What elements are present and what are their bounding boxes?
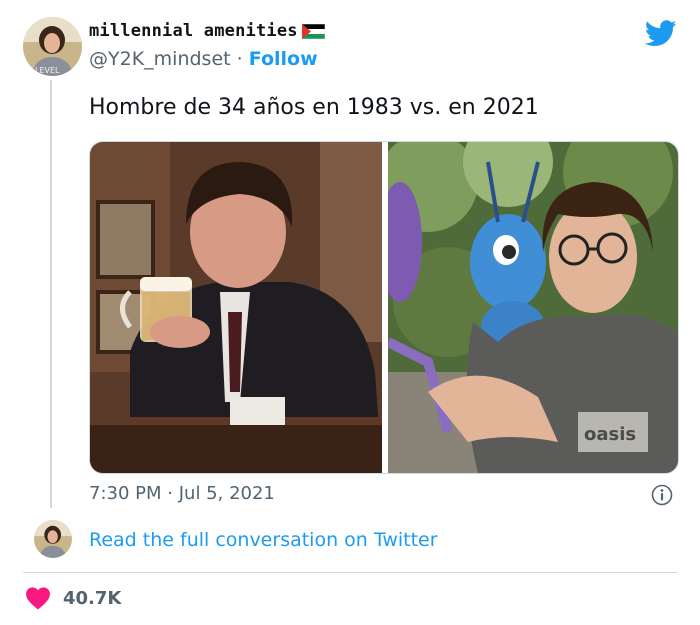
tweet-media[interactable]: oasis <box>89 141 679 474</box>
photo-man-with-beer <box>90 142 382 473</box>
author-name-row[interactable]: millennial amenities <box>89 21 325 41</box>
palestine-flag-icon <box>301 23 325 39</box>
author-handle-row: @Y2K_mindset · Follow <box>89 48 318 70</box>
tweet-timestamp[interactable]: 7:30 PM · Jul 5, 2021 <box>89 483 275 504</box>
media-photo-1983[interactable] <box>90 142 382 473</box>
media-photo-2021[interactable]: oasis <box>388 142 678 473</box>
reply-avatar[interactable] <box>34 520 72 558</box>
photo-man-with-ant-statue: oasis <box>388 142 678 473</box>
follow-button[interactable]: Follow <box>249 48 318 70</box>
author-handle[interactable]: @Y2K_mindset <box>89 48 231 70</box>
twitter-bird-icon[interactable] <box>645 20 677 47</box>
info-icon[interactable] <box>651 484 673 506</box>
reply-avatar-photo <box>34 520 72 558</box>
tweet-text: Hombre de 34 años en 1983 vs. en 2021 <box>89 95 539 120</box>
divider <box>23 572 677 573</box>
shirt-logo-text: oasis <box>584 424 636 445</box>
tweet-embed-card: LEVEL millennial amenities @Y2K_mindset … <box>0 0 700 625</box>
timestamp-separator: · <box>167 483 173 504</box>
heart-icon[interactable] <box>25 586 51 610</box>
handle-separator: · <box>236 48 243 70</box>
tweet-date[interactable]: Jul 5, 2021 <box>179 483 275 504</box>
avatar[interactable]: LEVEL <box>23 17 82 76</box>
read-full-conversation-link[interactable]: Read the full conversation on Twitter <box>89 529 438 551</box>
avatar-photo: LEVEL <box>23 17 82 76</box>
like-row[interactable]: 40.7K <box>25 586 121 610</box>
author-display-name[interactable]: millennial amenities <box>89 21 298 41</box>
thread-line <box>50 80 52 508</box>
tweet-time[interactable]: 7:30 PM <box>89 483 162 504</box>
avatar-shirt-text: LEVEL <box>35 66 60 75</box>
like-count: 40.7K <box>63 587 122 609</box>
